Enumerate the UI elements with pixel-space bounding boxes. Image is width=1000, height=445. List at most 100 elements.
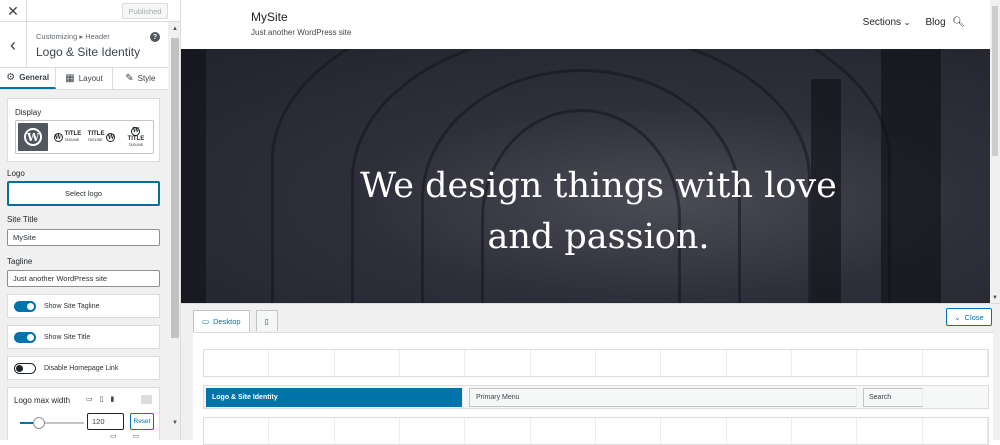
- tab-label: Layout: [78, 74, 103, 83]
- desktop-preview-icon[interactable]: ▭: [110, 432, 117, 440]
- section-header: ‹ Customizing ▸ Header Logo & Site Ident…: [0, 22, 168, 68]
- builder-device-tabs: ▭ Desktop ▯: [193, 310, 278, 332]
- layout-icon: ▦: [65, 73, 75, 84]
- menu-item-label: Sections: [862, 17, 902, 28]
- option-tagline-text: TAGLINE: [128, 142, 144, 147]
- show-title-toggle-row: Show Site Title: [7, 325, 160, 349]
- hero-line-2: and passion.: [487, 217, 710, 257]
- display-options: W W TITLE TAGLINE TITLE TAGLINE W W TITL…: [15, 120, 154, 154]
- tab-label: Style: [137, 74, 156, 83]
- hero-heading: We design things with love and passion.: [181, 161, 990, 263]
- back-button[interactable]: ‹: [0, 22, 27, 68]
- mobile-icon[interactable]: ▮: [110, 395, 114, 403]
- builder-row-bottom[interactable]: [203, 417, 989, 445]
- logo-label: Logo: [7, 169, 25, 178]
- slider-handle[interactable]: [33, 417, 46, 429]
- wordpress-logo-icon: W: [106, 132, 116, 142]
- tab-layout[interactable]: ▦ Layout: [56, 68, 113, 89]
- option-tagline-text: TAGLINE: [64, 138, 80, 142]
- scroll-down-icon[interactable]: ▼: [992, 295, 998, 301]
- site-header: MySite Just another WordPress site Secti…: [181, 0, 990, 49]
- brush-icon: ✎: [125, 73, 134, 84]
- scrollbar-thumb[interactable]: [992, 6, 998, 156]
- primary-menu: Sections ⌄ Blog 🔍︎: [863, 17, 965, 28]
- max-width-slider[interactable]: [20, 417, 84, 429]
- builder-rows: Logo & Site Identity Primary Menu Search: [193, 332, 993, 445]
- option-title-text: TITLE: [87, 131, 105, 137]
- option-tagline-text: TAGLINE: [87, 138, 103, 142]
- site-title-label: Site Title: [7, 215, 38, 224]
- tab-desktop[interactable]: ▭ Desktop: [193, 310, 250, 332]
- desktop-icon[interactable]: ▭: [86, 395, 93, 403]
- tab-label: Desktop: [213, 317, 241, 326]
- display-label: Display: [15, 108, 42, 117]
- tab-label: General: [19, 73, 50, 82]
- show-tagline-switch[interactable]: [14, 300, 36, 312]
- builder-item-primary-menu[interactable]: Primary Menu: [469, 388, 857, 407]
- disable-homepage-link-switch[interactable]: [14, 362, 36, 374]
- scrollbar-thumb[interactable]: [171, 38, 179, 338]
- show-tagline-toggle-row: Show Site Tagline: [7, 294, 160, 318]
- site-title[interactable]: MySite: [251, 10, 288, 24]
- wordpress-logo-icon: W: [53, 132, 63, 142]
- max-width-input[interactable]: 120: [87, 413, 124, 430]
- max-width-label: Logo max width: [14, 396, 71, 405]
- wordpress-logo-icon: W: [131, 126, 141, 136]
- sidebar-footer: ▭ ▭: [0, 432, 168, 440]
- mobile-icon: ▯: [264, 316, 269, 326]
- section-tabs: ⚙ General ▦ Layout ✎ Style: [0, 68, 168, 90]
- preview-scrollbar[interactable]: ▼: [990, 0, 1000, 303]
- published-button[interactable]: Published: [122, 3, 168, 19]
- wordpress-logo-icon: W: [24, 128, 43, 146]
- toggle-label: Show Site Tagline: [44, 302, 100, 310]
- tablet-icon[interactable]: ▯: [100, 395, 104, 403]
- builder-item-logo[interactable]: Logo & Site Identity: [206, 388, 463, 407]
- select-logo-button[interactable]: Select logo: [7, 181, 160, 206]
- display-option-logo-only[interactable]: W: [18, 123, 49, 151]
- display-option-logo-above-title[interactable]: W TITLE TAGLINE: [121, 123, 151, 151]
- customizer-sidebar: ✕ Published ‹ Customizing ▸ Header Logo …: [0, 0, 181, 440]
- general-panel: Display W W TITLE TAGLINE TITLE TAGLINE: [0, 91, 168, 440]
- close-customizer-button[interactable]: ✕: [0, 0, 27, 22]
- toggle-label: Show Site Title: [44, 333, 91, 341]
- hero-line-1: We design things with love: [360, 166, 837, 206]
- back-arrow-icon: ‹: [10, 35, 16, 55]
- builder-row-main[interactable]: Logo & Site Identity Primary Menu Search: [203, 385, 989, 409]
- menu-item-blog[interactable]: Blog 🔍︎: [926, 17, 966, 28]
- sidebar-scrollbar[interactable]: ▲ ▼: [169, 22, 180, 440]
- site-preview: MySite Just another WordPress site Secti…: [181, 0, 1000, 303]
- display-option-logo-title-tagline[interactable]: W TITLE TAGLINE: [52, 123, 82, 151]
- gear-icon: ⚙: [6, 72, 16, 83]
- menu-item-label: Blog: [925, 17, 946, 28]
- builder-item-search[interactable]: Search: [863, 388, 923, 407]
- show-title-switch[interactable]: [14, 331, 36, 343]
- desktop-icon: ▭: [202, 317, 210, 326]
- tab-mobile[interactable]: ▯: [255, 310, 278, 331]
- tab-general[interactable]: ⚙ General: [0, 68, 57, 89]
- customizer-topbar: ✕ Published: [0, 0, 180, 22]
- section-title: Logo & Site Identity: [36, 45, 141, 59]
- unit-badge[interactable]: [141, 395, 152, 404]
- site-title-input[interactable]: MySite: [7, 229, 160, 246]
- close-label: Close: [964, 312, 984, 322]
- tagline-label: Tagline: [7, 257, 33, 266]
- site-tagline: Just another WordPress site: [251, 28, 352, 37]
- header-builder: ▭ Desktop ▯ ⌄ Close Logo & Site Identity…: [181, 303, 1000, 445]
- help-icon[interactable]: ?: [150, 32, 160, 42]
- display-option-title-tagline-logo[interactable]: TITLE TAGLINE W: [87, 123, 117, 151]
- scroll-up-icon[interactable]: ▲: [172, 26, 178, 32]
- chevron-down-icon: ⌄: [954, 312, 961, 322]
- menu-item-sections[interactable]: Sections ⌄: [863, 17, 911, 28]
- close-builder-button[interactable]: ⌄ Close: [946, 308, 992, 326]
- tablet-preview-icon[interactable]: ▭: [133, 432, 140, 440]
- tagline-input[interactable]: Just another WordPress site: [7, 270, 160, 287]
- display-control: Display W W TITLE TAGLINE TITLE TAGLINE: [7, 98, 160, 162]
- toggle-label: Disable Homepage Link: [44, 364, 119, 372]
- reset-button[interactable]: Reset: [130, 413, 154, 430]
- scroll-down-icon[interactable]: ▼: [172, 420, 178, 426]
- responsive-switcher: ▭ ▯ ▮: [86, 395, 114, 403]
- builder-row-top[interactable]: [203, 349, 989, 377]
- tab-style[interactable]: ✎ Style: [113, 68, 168, 89]
- search-icon[interactable]: 🔍︎: [952, 17, 965, 28]
- hero-section: We design things with love and passion.: [181, 49, 990, 303]
